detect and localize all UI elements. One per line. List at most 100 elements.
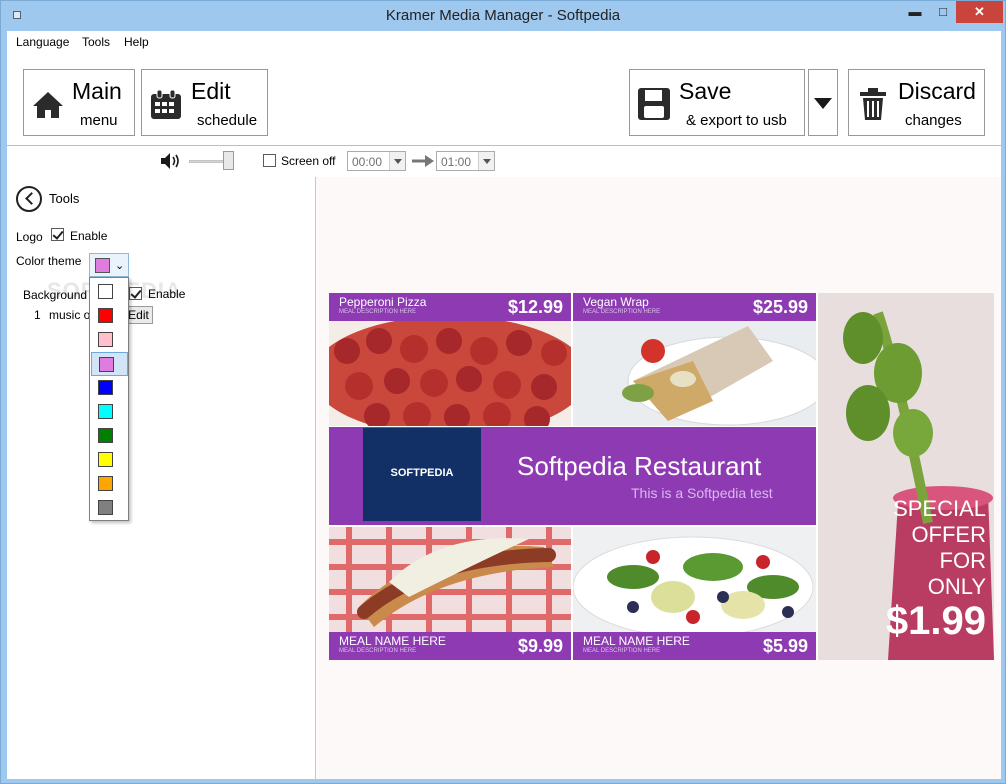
edit-label: Edit [191,78,231,104]
time-to-value: 01:00 [441,155,472,169]
color-option-cyan[interactable] [91,400,128,424]
price-bar: MEAL NAME HERE MEAL DESCRIPTION HERE $5.… [573,632,816,660]
toolbar-divider [7,145,1001,146]
menu-item-salad: MEAL NAME HERE MEAL DESCRIPTION HERE $5.… [573,527,816,660]
arrow-right-icon [412,155,434,167]
item-price: $25.99 [752,297,808,317]
color-swatch [98,380,113,395]
item-desc: MEAL DESCRIPTION HERE [583,648,661,654]
menu-item-hotdog: MEAL NAME HERE MEAL DESCRIPTION HERE $9.… [329,527,571,660]
screen-off-label: Screen off [281,154,336,168]
price-bar: Pepperoni Pizza MEAL DESCRIPTION HERE $1… [329,293,571,321]
speaker-icon[interactable] [160,152,182,170]
back-arrow-icon[interactable] [16,186,42,212]
screen-off-checkbox[interactable] [263,154,276,167]
main-menu-button[interactable]: Main menu [23,69,135,136]
main-label: Main [72,78,122,104]
maximize-button[interactable]: □ [931,1,955,23]
menu-item-pizza: Pepperoni Pizza MEAL DESCRIPTION HERE $1… [329,293,571,426]
floppy-disk-icon [638,88,670,120]
menu-help[interactable]: Help [124,35,149,49]
calendar-icon [151,89,181,119]
pizza-image [329,321,571,426]
color-swatch [98,332,113,347]
main-sublabel: menu [80,112,118,129]
color-swatch [98,476,113,491]
save-label: Save [679,78,732,104]
logo-label: Logo [16,230,43,244]
color-swatch [98,284,113,299]
color-swatch [98,500,113,515]
client-area: Language Tools Help Main menu Edit sched… [7,31,1001,779]
color-option-red[interactable] [91,304,128,328]
restaurant-name: Softpedia Restaurant [517,451,762,481]
save-options-dropdown[interactable] [808,69,838,136]
offer-line-4: ONLY [927,574,986,599]
discard-label: Discard [898,78,976,104]
color-option-yellow[interactable] [91,448,128,472]
offer-price: $1.99 [885,599,986,643]
item-price: $5.99 [762,636,808,656]
logo-text: SOFTPEDIA [390,467,454,479]
color-swatch [98,404,113,419]
offer-line-3: FOR [939,548,986,573]
edit-sublabel: schedule [197,112,258,129]
minimize-button[interactable]: ▬ [903,1,927,23]
background-enable-label: Enable [148,287,186,301]
background-enable-checkbox[interactable] [129,287,142,300]
offer-line-1: SPECIAL [893,496,986,521]
save-sublabel: & export to usb [686,112,787,129]
color-theme-label: Color theme [16,254,82,268]
menu-tools[interactable]: Tools [82,35,110,49]
background-label: Background [23,288,88,302]
music-index: 1 [34,308,41,322]
title-bar: Kramer Media Manager - Softpedia ▬ □ ✕ [1,1,1005,31]
discard-changes-button[interactable]: Discard changes [848,69,985,136]
item-name: MEAL NAME HERE [339,634,446,648]
save-export-button[interactable]: Save & export to usb [629,69,805,136]
menu-bar: Language Tools Help [7,31,1001,53]
discard-sublabel: changes [905,112,962,129]
logo-enable-checkbox[interactable] [51,228,64,241]
restaurant-subtitle: This is a Softpedia test [631,485,773,501]
menu-board-preview: Pepperoni Pizza MEAL DESCRIPTION HERE $1… [329,293,994,660]
item-name: MEAL NAME HERE [583,634,690,648]
hotdog-image [329,527,571,632]
item-name: Vegan Wrap [583,295,649,309]
color-option-violet[interactable] [91,352,128,376]
color-swatch [98,452,113,467]
salad-image [573,527,816,632]
trash-icon [860,88,886,120]
music-label: music o [49,308,91,322]
wrap-image [573,321,816,426]
color-theme-select[interactable]: ⌄ [89,253,129,277]
tools-panel: Tools Logo Enable Color theme ⌄ SOFTPEDI… [7,177,315,779]
color-option-blue[interactable] [91,376,128,400]
offer-line-2: OFFER [911,522,986,547]
volume-slider-thumb[interactable] [223,151,234,170]
color-option-gray[interactable] [91,496,128,520]
menu-item-wrap: Vegan Wrap MEAL DESCRIPTION HERE $25.99 [573,293,816,426]
close-button[interactable]: ✕ [956,1,1003,23]
selected-color-swatch [95,258,110,273]
restaurant-banner: SOFTPEDIA Softpedia Restaurant This is a… [329,427,816,525]
item-price: $12.99 [507,297,563,317]
price-bar: MEAL NAME HERE MEAL DESCRIPTION HERE $9.… [329,632,571,660]
time-to-select[interactable]: 01:00 [436,151,495,171]
time-from-select[interactable]: 00:00 [347,151,406,171]
menu-language[interactable]: Language [16,35,69,49]
time-from-value: 00:00 [352,155,383,169]
edit-schedule-button[interactable]: Edit schedule [141,69,268,136]
chevron-down-icon: ⌄ [115,260,125,272]
price-bar: Vegan Wrap MEAL DESCRIPTION HERE $25.99 [573,293,816,321]
color-option-pink[interactable] [91,328,128,352]
item-desc: MEAL DESCRIPTION HERE [583,309,661,315]
logo-enable-label: Enable [70,229,108,243]
window-title: Kramer Media Manager - Softpedia [385,7,621,24]
item-desc: MEAL DESCRIPTION HERE [339,309,417,315]
color-option-orange[interactable] [91,472,128,496]
chevron-down-icon [478,152,494,170]
color-option-green[interactable] [91,424,128,448]
color-option-white[interactable] [91,280,128,304]
color-swatch [98,428,113,443]
